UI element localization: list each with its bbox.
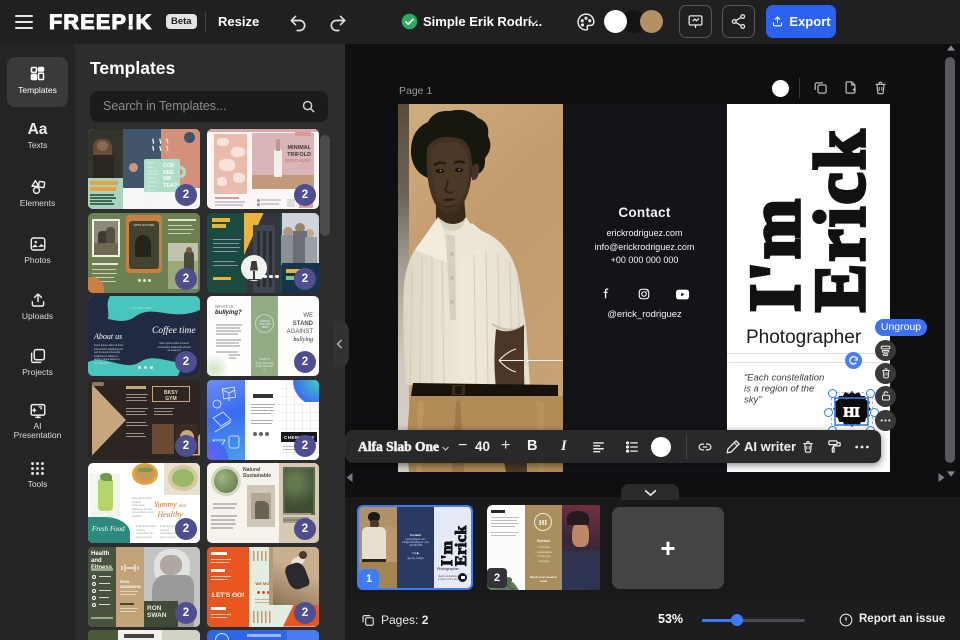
svg-text:Erick: Erick <box>800 128 880 312</box>
svg-text:Erick: Erick <box>453 525 468 566</box>
svg-text:Photographer: Photographer <box>746 327 862 348</box>
svg-text:sky”: sky” <box>744 395 762 406</box>
svg-text:“Each constellation: “Each constellation <box>744 373 824 384</box>
svg-text:is a region of the: is a region of the <box>744 384 814 395</box>
svg-text:HI: HI <box>843 406 859 421</box>
